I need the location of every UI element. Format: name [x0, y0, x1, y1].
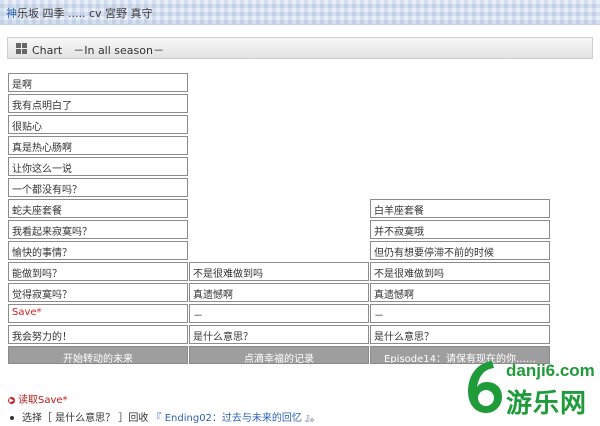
chart-cell-col2: －	[189, 304, 369, 323]
arrow-right-icon: ▶	[8, 396, 15, 404]
watermark-logo: danji6.com 游乐网	[462, 355, 600, 426]
chart-cell-col1: 觉得寂寞吗？	[8, 283, 188, 302]
chart-cell-col1: 蛇夫座套餐	[8, 199, 188, 218]
chart-cell-col2: 真遗憾啊	[189, 283, 369, 302]
chart-cell-col1: 是啊	[8, 73, 188, 92]
title-rest: 乐坂 四季 ..... cv 宮野 真守	[17, 7, 153, 20]
chart-cell-col1: 我会努力的！	[8, 325, 188, 344]
chart-header-label: Chart －In all season－	[32, 44, 164, 57]
chart-cell-col3: 白羊座套餐	[370, 199, 550, 218]
chart-cell-col3: 但仍有想要停滞不前的时候	[370, 241, 550, 260]
chart-cell-col1: 愉快的事情？	[8, 241, 188, 260]
page-title: 神乐坂 四季 ..... cv 宮野 真守	[6, 5, 153, 21]
chart-cell-col1: Save*	[8, 304, 188, 323]
route-footer-button[interactable]: 点滴幸福的记录	[189, 346, 369, 364]
chart-cell-col3: －	[370, 304, 550, 323]
top-banner: 神乐坂 四季 ..... cv 宮野 真守	[0, 0, 600, 25]
chart-cell-col3: 真遗憾啊	[370, 283, 550, 302]
chart-cell-col2: 是什么意思？	[189, 325, 369, 344]
route-footer-button[interactable]: 开始转动的未来	[8, 346, 188, 364]
choice-suffix: 。	[310, 413, 321, 424]
choice-note: 选择［ 是什么意思？ ］回收 『 Ending02：过去与未来的回忆 』。	[10, 409, 320, 424]
chart-cell-col1: 能做到吗？	[8, 262, 188, 281]
chart-header: Chart －In all season－	[7, 37, 593, 59]
logo-six-icon	[468, 361, 502, 413]
load-save-link[interactable]: ▶ 读取Save*	[8, 391, 68, 406]
chart-cell-col2: 不是很难做到吗	[189, 262, 369, 281]
chart-cell-col1: 让你这么一说	[8, 157, 188, 176]
chart-cell-col1: 我看起来寂寞吗？	[8, 220, 188, 239]
chart-cell-col3: 不是很难做到吗	[370, 262, 550, 281]
ending-link[interactable]: 『 Ending02：过去与未来的回忆 』	[152, 413, 311, 424]
chart-cell-col1: 一个都没有吗？	[8, 178, 188, 197]
grid-icon	[16, 43, 27, 54]
watermark-url: danji6.com	[506, 361, 595, 380]
chart-cell-col3: 并不寂寞哦	[370, 220, 550, 239]
chart-cell-col3: 是什么意思？	[370, 325, 550, 344]
watermark-name: 游乐网	[506, 389, 588, 419]
chart-cell-col1: 我有点明白了	[8, 94, 188, 113]
choice-prefix: 选择［ 是什么意思？ ］回收	[22, 413, 152, 424]
bullet-icon	[10, 416, 14, 420]
chart-cell-col1: 很贴心	[8, 115, 188, 134]
chart-cell-col1: 真是热心肠啊	[8, 136, 188, 155]
title-first-char: 神	[6, 7, 17, 20]
load-save-label: 读取Save*	[18, 395, 68, 406]
